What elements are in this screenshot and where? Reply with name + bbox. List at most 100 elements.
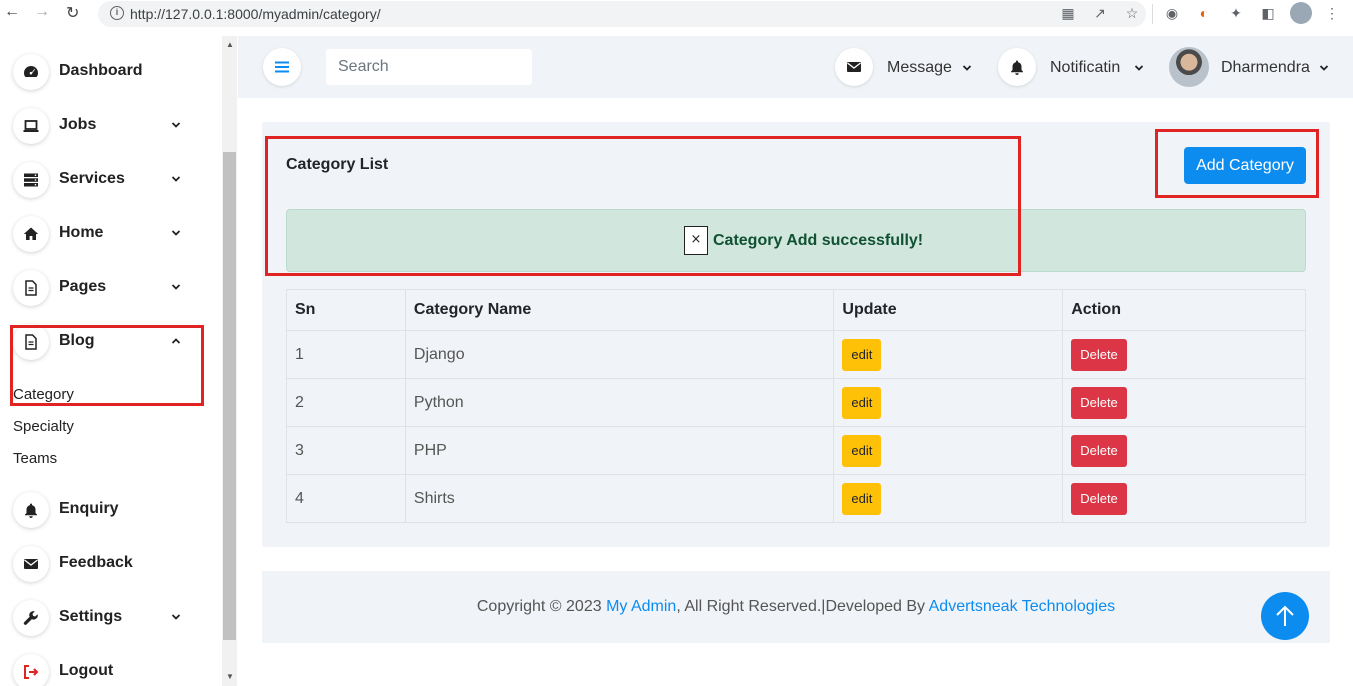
dashboard-icon — [13, 54, 49, 90]
footer-middle: , All Right Reserved.|Developed By — [676, 598, 929, 615]
sidebar-item-enquiry[interactable]: Enquiry — [13, 492, 193, 532]
table-row: 3 PHP edit Delete — [286, 426, 1306, 475]
sidebar-scrollbar-thumb[interactable] — [223, 152, 236, 640]
sidebar-toggle-button[interactable] — [263, 48, 301, 86]
table-row: 1 Django edit Delete — [286, 330, 1306, 379]
user-name[interactable]: Dharmendra — [1221, 59, 1310, 77]
action-cell: Delete — [1062, 330, 1306, 379]
delete-button[interactable]: Delete — [1071, 386, 1127, 419]
sidebar-item-logout[interactable]: Logout — [13, 654, 193, 686]
sidebar-item-pages[interactable]: Pages — [13, 270, 193, 310]
update-cell: edit — [833, 426, 1064, 475]
delete-button[interactable]: Delete — [1071, 482, 1127, 515]
sidebar-item-label: Home — [59, 224, 104, 241]
wordpress-extension-icon[interactable]: ◉ — [1164, 5, 1180, 21]
sidebar-item-label: Jobs — [59, 116, 97, 133]
footer-prefix: Copyright © 2023 — [476, 598, 607, 615]
category-name-cell: Django — [404, 330, 835, 379]
chevron-down-icon[interactable] — [962, 63, 972, 73]
url-text[interactable]: http://127.0.0.1:8000/myadmin/category/ — [130, 6, 381, 22]
share-icon[interactable]: ↗ — [1092, 5, 1108, 21]
action-cell: Delete — [1062, 426, 1306, 475]
bell-icon — [13, 492, 49, 528]
search-input[interactable] — [326, 49, 532, 85]
table-row: 2 Python edit Delete — [286, 378, 1306, 427]
column-header: Category Name — [404, 289, 835, 331]
update-cell: edit — [833, 474, 1064, 523]
footer-brand-link[interactable]: My Admin — [606, 598, 676, 615]
kebab-menu-icon[interactable]: ⋮ — [1324, 5, 1340, 21]
add-button-highlight-box — [1155, 129, 1319, 198]
action-cell: Delete — [1062, 378, 1306, 427]
browser-toolbar: ← → ↻ i http://127.0.0.1:8000/myadmin/ca… — [0, 0, 1353, 28]
notification-button[interactable] — [998, 48, 1036, 86]
table-row: 4 Shirts edit Delete — [286, 474, 1306, 523]
puzzle-icon[interactable]: ✦ — [1228, 5, 1244, 21]
site-info-icon[interactable]: i — [110, 6, 124, 20]
edit-button[interactable]: edit — [842, 482, 882, 515]
delete-button[interactable]: Delete — [1071, 338, 1127, 371]
category-name-cell: Python — [404, 378, 835, 427]
notification-label[interactable]: Notificatin — [1050, 59, 1120, 77]
bell-icon — [1011, 60, 1023, 75]
chevron-down-icon — [171, 230, 181, 236]
extension-icon[interactable]: ◐ — [1196, 5, 1212, 21]
sn-cell: 3 — [286, 426, 406, 475]
reload-icon[interactable]: ↻ — [66, 3, 79, 23]
sidebar-item-jobs[interactable]: Jobs — [13, 108, 193, 148]
chevron-down-icon[interactable] — [1134, 63, 1144, 73]
footer-copyright: Copyright © 2023 My Admin, All Right Res… — [262, 598, 1330, 616]
sidebar-item-services[interactable]: Services — [13, 162, 193, 202]
file-icon — [13, 270, 49, 306]
arrow-up-icon — [1276, 605, 1294, 626]
blog-highlight-box — [10, 325, 204, 406]
sidebar-item-label: Settings — [59, 608, 123, 625]
sidebar-subitem-teams[interactable]: Teams — [13, 450, 57, 467]
chevron-down-icon[interactable] — [1319, 63, 1329, 73]
sidebar-item-dashboard[interactable]: Dashboard — [13, 54, 193, 94]
sidebar-item-feedback[interactable]: Feedback — [13, 546, 193, 586]
envelope-icon — [847, 62, 861, 72]
profile-avatar[interactable] — [1290, 2, 1312, 24]
column-header: Sn — [286, 289, 406, 331]
sidebar-subitem-specialty[interactable]: Specialty — [13, 418, 74, 435]
logout-icon — [13, 654, 49, 686]
sidebar-item-label: Enquiry — [59, 500, 119, 517]
category-name-cell: Shirts — [404, 474, 835, 523]
back-icon[interactable]: ← — [4, 3, 20, 21]
scroll-up-icon[interactable]: ▲ — [226, 40, 234, 49]
forward-icon[interactable]: → — [34, 3, 50, 21]
back-to-top-button[interactable] — [1261, 592, 1309, 640]
table-header-row: Sn Category Name Update Action — [286, 289, 1306, 331]
sidebar-item-settings[interactable]: Settings — [13, 600, 193, 640]
hamburger-icon — [275, 61, 289, 73]
sidebar-item-label: Logout — [59, 662, 114, 679]
edit-button[interactable]: edit — [842, 386, 882, 419]
sidebar-item-home[interactable]: Home — [13, 216, 193, 256]
star-icon[interactable]: ☆ — [1124, 5, 1140, 21]
message-label[interactable]: Message — [887, 59, 952, 77]
update-cell: edit — [833, 378, 1064, 427]
column-header: Action — [1062, 289, 1306, 331]
server-icon — [13, 162, 49, 198]
side-panel-icon[interactable]: ◧ — [1260, 5, 1276, 21]
sidebar-item-label: Services — [59, 170, 125, 187]
title-highlight-box — [265, 136, 1021, 276]
sn-cell: 1 — [286, 330, 406, 379]
sn-cell: 4 — [286, 474, 406, 523]
chevron-down-icon — [171, 284, 181, 290]
edit-button[interactable]: edit — [842, 434, 882, 467]
delete-button[interactable]: Delete — [1071, 434, 1127, 467]
chevron-down-icon — [171, 614, 181, 620]
user-avatar[interactable] — [1169, 47, 1209, 87]
edit-button[interactable]: edit — [842, 338, 882, 371]
category-table: Sn Category Name Update Action 1 Django … — [286, 289, 1306, 523]
message-button[interactable] — [835, 48, 873, 86]
sidebar-item-label: Feedback — [59, 554, 133, 571]
translate-icon[interactable]: ▦ — [1060, 5, 1076, 21]
scroll-down-icon[interactable]: ▼ — [226, 672, 234, 681]
footer-developer-link[interactable]: Advertsneak Technologies — [929, 598, 1116, 615]
chevron-down-icon — [171, 122, 181, 128]
toolbar-divider — [1152, 4, 1153, 24]
home-icon — [13, 216, 49, 252]
